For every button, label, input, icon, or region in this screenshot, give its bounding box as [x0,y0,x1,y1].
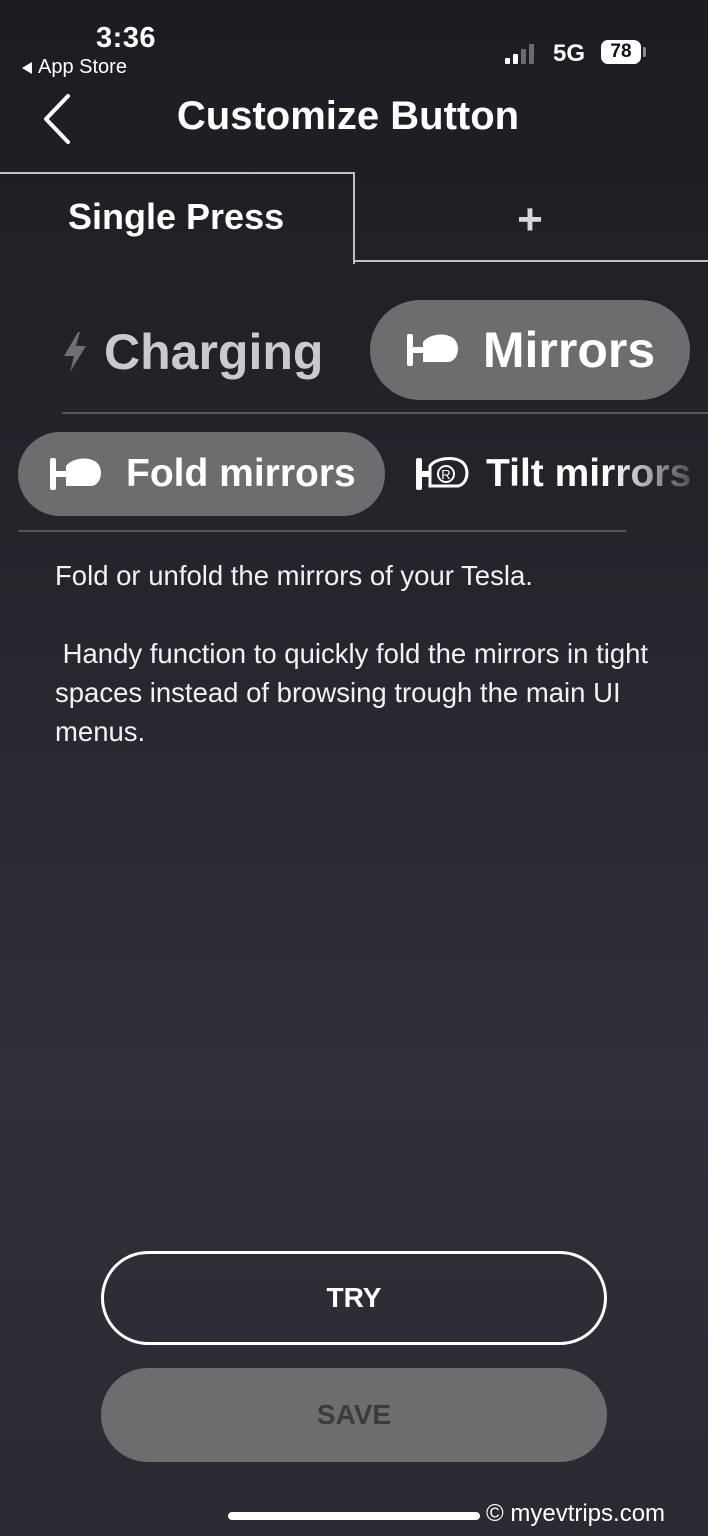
action-fold-mirrors[interactable]: Fold mirrors [18,432,385,516]
cellular-signal-icon [505,42,534,64]
action-tilt-mirrors[interactable]: R Tilt mirrors [414,432,708,516]
category-divider [62,412,708,414]
category-charging-label: Charging [104,324,324,380]
status-time: 3:36 [96,22,157,54]
back-triangle-icon [22,61,32,74]
try-button[interactable]: TRY [101,1251,607,1345]
description-summary: Fold or unfold the mirrors of your Tesla… [55,560,533,591]
mirror-icon [406,334,458,366]
tab-underline [355,260,708,262]
mirror-tilt-icon: R [416,457,469,490]
save-button[interactable]: SAVE [101,1368,607,1462]
battery-tip [643,47,646,57]
category-mirrors[interactable]: Mirrors [370,300,690,400]
lightning-icon [64,332,86,372]
watermark: © myevtrips.com [486,1500,666,1527]
tab-add-icon[interactable]: + [510,198,550,242]
category-charging[interactable]: Charging [60,320,323,384]
tab-single-press-label: Single Press [68,196,285,237]
page-title: Customize Button [176,94,520,138]
category-mirrors-label: Mirrors [482,322,656,378]
action-tilt-mirrors-label: Tilt mirrors [486,452,692,495]
battery-level: 78 [610,41,632,62]
description-detail: Handy function to quickly fold the mirro… [55,638,656,747]
back-to-app-store-link[interactable]: App Store [22,56,127,79]
svg-text:R: R [441,467,450,482]
back-app-label: App Store [38,56,127,78]
mirror-fold-icon [50,458,101,490]
battery-icon: 78 [601,40,641,64]
action-fold-mirrors-label: Fold mirrors [126,452,356,495]
home-indicator[interactable] [228,1512,480,1520]
network-type: 5G [553,40,586,67]
action-divider [18,530,626,532]
